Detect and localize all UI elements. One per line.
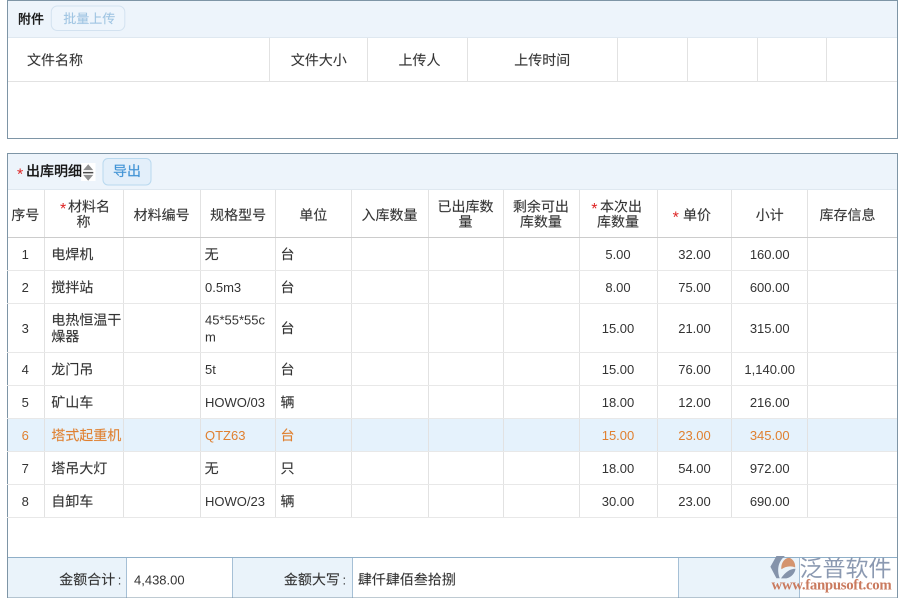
svg-text:m: m [205, 329, 216, 344]
svg-text:15.00: 15.00 [602, 362, 635, 377]
svg-text:345.00: 345.00 [750, 428, 790, 443]
svg-text:18.00: 18.00 [602, 461, 635, 476]
svg-text:5: 5 [22, 395, 29, 410]
svg-text:600.00: 600.00 [750, 280, 790, 295]
svg-text:*: * [60, 201, 66, 218]
svg-text::: : [343, 572, 347, 587]
svg-text:23.00: 23.00 [678, 428, 711, 443]
svg-text:75.00: 75.00 [678, 280, 711, 295]
svg-text:7: 7 [22, 461, 29, 476]
svg-text:15.00: 15.00 [602, 321, 635, 336]
svg-text:15.00: 15.00 [602, 428, 635, 443]
svg-text:1,140.00: 1,140.00 [744, 362, 795, 377]
svg-text:12.00: 12.00 [678, 395, 711, 410]
svg-text:8: 8 [22, 494, 29, 509]
svg-text:8.00: 8.00 [605, 280, 630, 295]
svg-text:4: 4 [22, 362, 29, 377]
svg-text:4,438.00: 4,438.00 [134, 572, 185, 587]
svg-text:*: * [591, 201, 597, 218]
svg-text:HOWO/03: HOWO/03 [205, 395, 265, 410]
svg-text:54.00: 54.00 [678, 461, 711, 476]
svg-text::: : [118, 572, 122, 587]
svg-text:160.00: 160.00 [750, 247, 790, 262]
svg-text:2: 2 [22, 280, 29, 295]
svg-text:972.00: 972.00 [750, 461, 790, 476]
svg-text:3: 3 [22, 321, 29, 336]
svg-text:21.00: 21.00 [678, 321, 711, 336]
svg-text:32.00: 32.00 [678, 247, 711, 262]
svg-text:*: * [673, 210, 679, 227]
svg-text:www.fanpusoft.com: www.fanpusoft.com [772, 577, 893, 593]
svg-text:45*55*55c: 45*55*55c [205, 313, 265, 328]
svg-text:QTZ63: QTZ63 [205, 428, 245, 443]
svg-text:5.00: 5.00 [605, 247, 630, 262]
svg-text:23.00: 23.00 [678, 494, 711, 509]
svg-text:*: * [17, 166, 23, 183]
svg-text:18.00: 18.00 [602, 395, 635, 410]
svg-text:690.00: 690.00 [750, 494, 790, 509]
svg-text:216.00: 216.00 [750, 395, 790, 410]
svg-text:76.00: 76.00 [678, 362, 711, 377]
svg-text:1: 1 [22, 247, 29, 262]
svg-text:0.5m3: 0.5m3 [205, 280, 241, 295]
svg-text:5t: 5t [205, 362, 216, 377]
svg-text:HOWO/23: HOWO/23 [205, 494, 265, 509]
svg-text:6: 6 [22, 428, 29, 443]
svg-text:30.00: 30.00 [602, 494, 635, 509]
svg-text:315.00: 315.00 [750, 321, 790, 336]
